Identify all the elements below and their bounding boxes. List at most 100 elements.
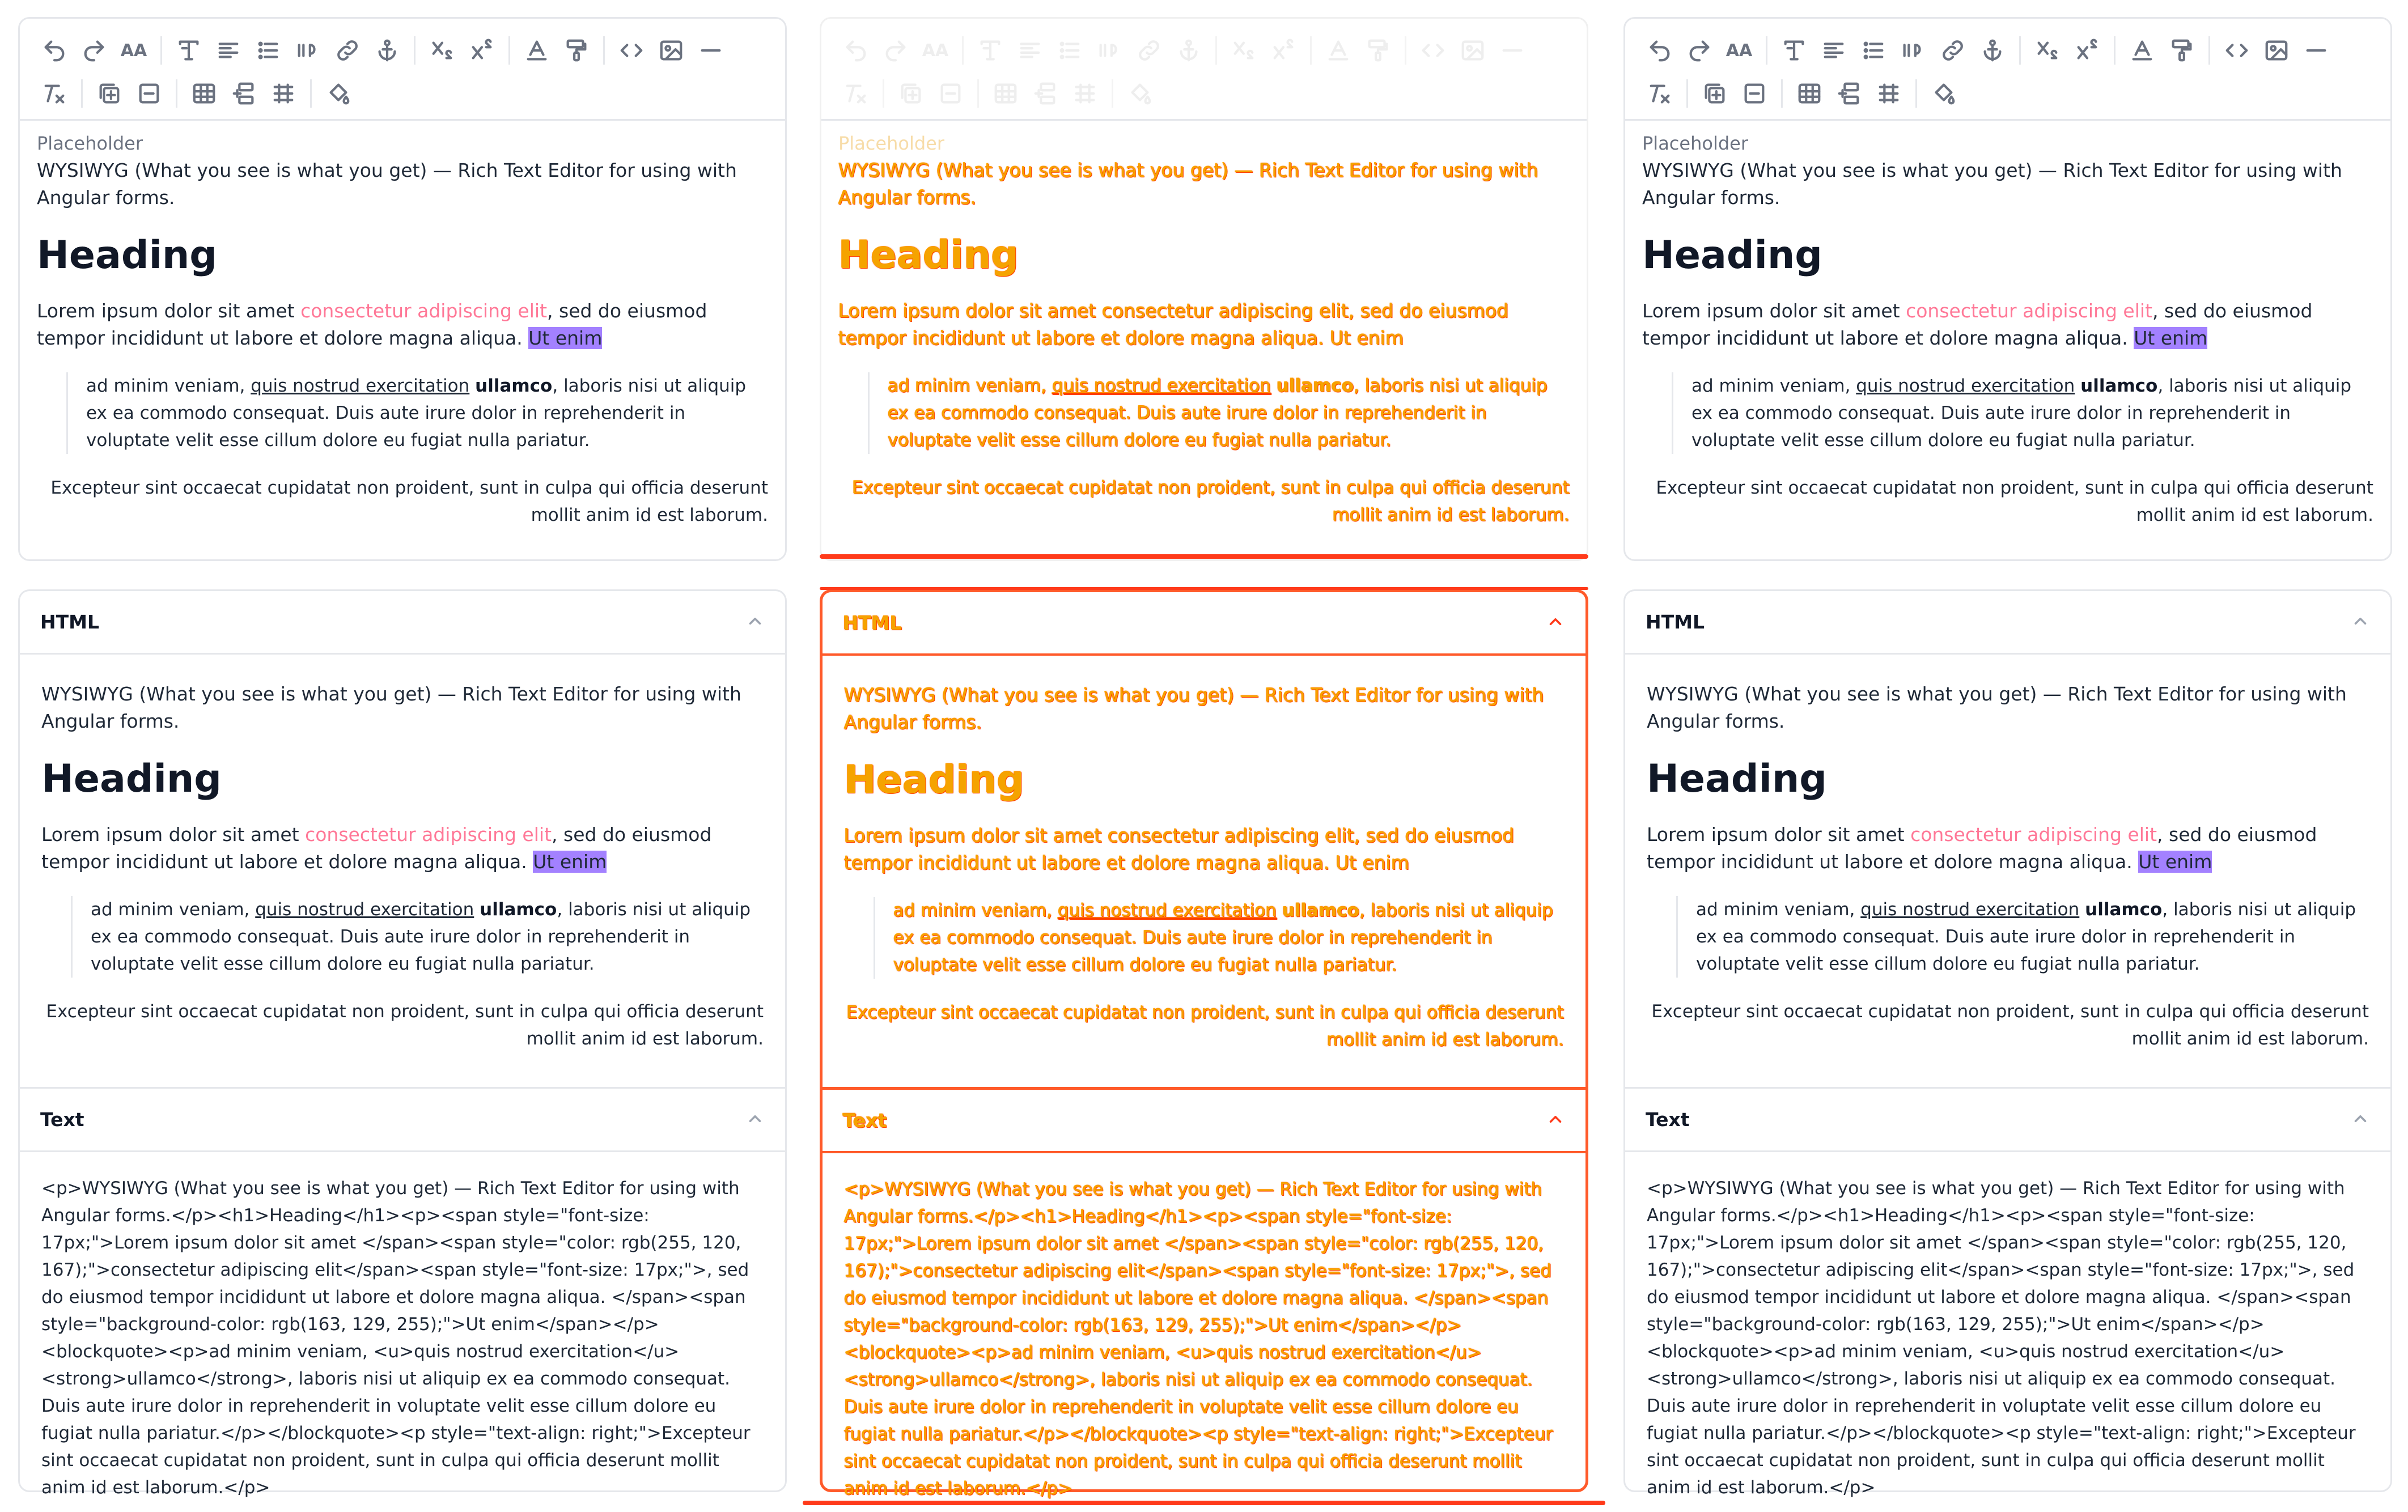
redo-icon (1689, 40, 1710, 62)
superscript-button[interactable] (1264, 31, 1303, 70)
align-button[interactable] (1814, 31, 1854, 70)
toolbar-divider (81, 79, 83, 108)
image-button[interactable] (1453, 31, 1493, 70)
blockquote-button[interactable] (288, 31, 328, 70)
code-icon (2225, 44, 2248, 57)
horizontal-rule-button[interactable] (691, 31, 731, 70)
subscript-button[interactable] (1224, 31, 1264, 70)
toolbar-row-1: AA (35, 29, 770, 72)
chevron-up-icon[interactable] (1546, 1110, 1565, 1131)
chevron-up-icon[interactable] (2351, 1109, 2370, 1131)
horizontal-rule-button[interactable] (1493, 31, 1532, 70)
toolbar-divider (1112, 79, 1113, 108)
insert-row-button[interactable] (224, 74, 264, 113)
link-button[interactable] (328, 31, 367, 70)
format-painter-button[interactable] (2162, 31, 2202, 70)
html-panel-header[interactable]: HTML (20, 591, 785, 655)
blockquote-button[interactable] (1893, 31, 1933, 70)
code-button[interactable] (1413, 31, 1453, 70)
align-button[interactable] (209, 31, 248, 70)
editor-content[interactable]: Placeholder WYSIWYG (What you see is wha… (821, 132, 1587, 529)
font-size-button[interactable]: AA (114, 31, 154, 70)
bulleted-list-button[interactable] (1050, 31, 1089, 70)
format-painter-button[interactable] (557, 31, 596, 70)
subscript-button[interactable] (2028, 31, 2067, 70)
editor-content[interactable]: Placeholder WYSIWYG (What you see is wha… (20, 132, 785, 529)
preview-blockquote: ad minim veniam, quis nostrud exercitati… (71, 896, 764, 978)
image-button[interactable] (2257, 31, 2296, 70)
subscript-button[interactable] (422, 31, 462, 70)
undo-button[interactable] (35, 31, 74, 70)
code-button[interactable] (2217, 31, 2257, 70)
fill-color-button[interactable] (1120, 74, 1160, 113)
redo-button[interactable] (876, 31, 915, 70)
text-color-button[interactable] (2122, 31, 2162, 70)
blockquote-button[interactable] (1089, 31, 1129, 70)
clear-format-button[interactable] (836, 74, 876, 113)
chevron-up-icon[interactable] (745, 611, 765, 633)
anchor-icon (1180, 39, 1198, 62)
image-button[interactable] (651, 31, 691, 70)
undo-button[interactable] (1640, 31, 1680, 70)
undo-icon (846, 40, 866, 62)
insert-row-button[interactable] (1829, 74, 1869, 113)
horizontal-rule-button[interactable] (2296, 31, 2336, 70)
font-size-button[interactable]: AA (915, 31, 955, 70)
chevron-up-icon[interactable] (745, 1109, 765, 1131)
redo-button[interactable] (74, 31, 114, 70)
rich-text-editor: AA Placeholder WYSIWYG (What you see is … (18, 17, 787, 561)
fill-color-button[interactable] (1924, 74, 1964, 113)
clear-format-button[interactable] (1640, 74, 1680, 113)
clear-format-button[interactable] (35, 74, 74, 113)
table-button[interactable] (1790, 74, 1829, 113)
text-style-button[interactable] (169, 31, 209, 70)
format-painter-button[interactable] (1358, 31, 1398, 70)
add-block-button[interactable] (1695, 74, 1735, 113)
bulleted-list-button[interactable] (248, 31, 288, 70)
code-button[interactable] (612, 31, 651, 70)
text-color-button[interactable] (1319, 31, 1358, 70)
fill-color-button[interactable] (319, 74, 358, 113)
table-button[interactable] (986, 74, 1025, 113)
anchor-button[interactable] (1169, 31, 1209, 70)
text-panel-header[interactable]: Text (1625, 1089, 2390, 1152)
anchor-button[interactable] (367, 31, 407, 70)
remove-block-button[interactable] (1735, 74, 1774, 113)
chevron-up-icon[interactable] (1546, 612, 1565, 634)
remove-block-button[interactable] (931, 74, 970, 113)
superscript-button[interactable] (462, 31, 502, 70)
html-panel-header[interactable]: HTML (1625, 591, 2390, 655)
anchor-button[interactable] (1973, 31, 2012, 70)
link-button[interactable] (1129, 31, 1169, 70)
bulleted-list-button[interactable] (1854, 31, 1893, 70)
clear-format-icon (846, 84, 866, 104)
rich-text-editor: AA Placeholder WYSIWYG (What you see is … (1623, 17, 2392, 561)
insert-row-button[interactable] (1025, 74, 1065, 113)
align-button[interactable] (1010, 31, 1050, 70)
text-panel-title: Text (1646, 1108, 1690, 1131)
table-button[interactable] (184, 74, 224, 113)
text-panel-header[interactable]: Text (20, 1089, 785, 1152)
grid-button[interactable] (1869, 74, 1909, 113)
chevron-up-icon[interactable] (2351, 611, 2370, 633)
grid-button[interactable] (1065, 74, 1105, 113)
add-block-button[interactable] (891, 74, 931, 113)
superscript-button[interactable] (2067, 31, 2107, 70)
para-start: Lorem ipsum dolor sit amet (838, 300, 1103, 322)
add-block-button[interactable] (90, 74, 129, 113)
undo-button[interactable] (836, 31, 876, 70)
remove-block-button[interactable] (129, 74, 169, 113)
text-panel-header[interactable]: Text (823, 1090, 1585, 1153)
font-size-button[interactable]: AA (1719, 31, 1759, 70)
quote-start: ad minim veniam, (888, 376, 1053, 396)
redo-button[interactable] (1680, 31, 1719, 70)
grid-button[interactable] (264, 74, 303, 113)
html-panel-header[interactable]: HTML (823, 592, 1585, 656)
text-color-button[interactable] (517, 31, 557, 70)
link-button[interactable] (1933, 31, 1973, 70)
text-style-button[interactable] (970, 31, 1010, 70)
text-source-panel: Text <p>WYSIWYG (What you see is what yo… (18, 1087, 787, 1498)
preview-bold-text: ullamco (480, 899, 557, 920)
editor-content[interactable]: Placeholder WYSIWYG (What you see is wha… (1625, 132, 2390, 529)
text-style-button[interactable] (1774, 31, 1814, 70)
